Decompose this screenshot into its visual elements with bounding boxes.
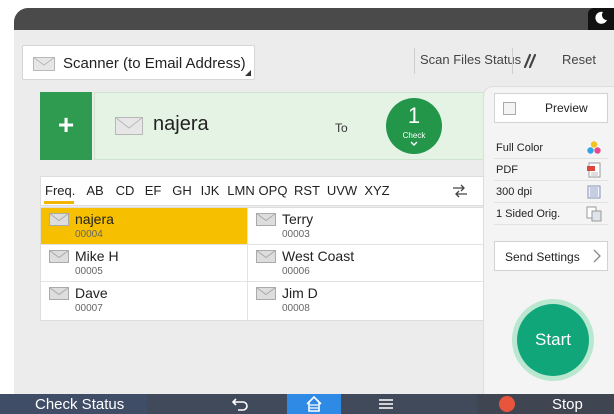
original-sides-label: 1 Sided Orig.	[496, 208, 561, 220]
chevron-down-icon	[410, 141, 418, 146]
tab-rst[interactable]: RST	[291, 177, 323, 205]
address-name: West Coast	[282, 248, 355, 264]
pdf-file-icon	[587, 162, 601, 178]
home-button[interactable]	[287, 394, 341, 414]
check-destinations-button[interactable]: 1 Check	[386, 98, 442, 154]
color-setting[interactable]: Full Color	[494, 137, 608, 159]
stop-icon	[499, 396, 515, 412]
tab-opq[interactable]: OPQ	[257, 177, 289, 205]
tab-ef[interactable]: EF	[139, 177, 167, 205]
night-mode-button[interactable]	[588, 8, 614, 30]
home-icon	[306, 395, 322, 412]
address-number: 00008	[282, 303, 310, 314]
address-name: Terry	[282, 211, 314, 227]
clear-slash-icon	[523, 53, 537, 69]
clear-button[interactable]	[519, 50, 543, 72]
start-button[interactable]: Start	[517, 304, 589, 376]
address-item[interactable]: Dave 00007	[41, 282, 247, 319]
envelope-icon	[49, 213, 69, 226]
color-setting-label: Full Color	[496, 142, 544, 154]
tab-uvw[interactable]: UVW	[325, 177, 359, 205]
preview-checkbox[interactable]	[503, 102, 516, 115]
address-number: 00003	[282, 229, 310, 240]
header-divider	[512, 48, 513, 74]
original-sides-setting[interactable]: 1 Sided Orig.	[494, 203, 608, 225]
address-name: Mike H	[75, 248, 119, 264]
address-name: Dave	[75, 285, 108, 301]
envelope-icon	[115, 117, 143, 135]
envelope-icon	[256, 250, 276, 263]
chevron-right-icon	[593, 249, 601, 263]
address-number: 00006	[282, 266, 310, 277]
check-status-button[interactable]: Check Status	[0, 394, 147, 414]
address-item[interactable]: Terry 00003	[248, 208, 484, 245]
tab-ijk[interactable]: IJK	[197, 177, 223, 205]
address-list: najera 00004 Terry 00003 Mike H 00005 We…	[40, 207, 484, 321]
tab-lmn[interactable]: LMN	[225, 177, 257, 205]
check-label: Check	[402, 131, 426, 140]
dropdown-corner-icon	[245, 70, 251, 76]
file-format-label: PDF	[496, 164, 518, 176]
envelope-icon	[256, 213, 276, 226]
address-tabs: Freq. AB CD EF GH IJK LMN OPQ RST UVW XY…	[40, 176, 484, 206]
back-icon[interactable]	[230, 396, 250, 412]
preview-label: Preview	[545, 101, 588, 115]
one-sided-original-icon	[586, 206, 602, 222]
check-status-label: Check Status	[35, 396, 125, 413]
address-item[interactable]: Mike H 00005	[41, 245, 247, 282]
address-number: 00005	[75, 266, 103, 277]
resolution-setting[interactable]: 300 dpi	[494, 181, 608, 203]
top-frame-bar	[14, 8, 614, 30]
main-panel: Scanner (to Email Address) Scan Files St…	[14, 30, 614, 414]
tab-cd[interactable]: CD	[111, 177, 139, 205]
to-label: To	[335, 121, 348, 135]
resolution-icon	[587, 185, 601, 199]
send-settings-button[interactable]: Send Settings	[494, 241, 608, 271]
full-color-icon	[587, 141, 601, 154]
destination-name: najera	[153, 113, 209, 135]
reset-button[interactable]: Reset	[562, 52, 596, 67]
scan-settings-panel: Preview Full Color PDF 300 dpi 1 Sided O…	[483, 86, 614, 414]
bottom-bar: Check Status Stop	[0, 394, 614, 414]
resolution-label: 300 dpi	[496, 186, 533, 198]
top-frame	[0, 0, 614, 30]
address-number: 00004	[75, 229, 103, 240]
header-divider	[414, 48, 415, 74]
function-select[interactable]: Scanner (to Email Address)	[22, 45, 255, 80]
scan-files-status-button[interactable]: Scan Files Status	[420, 52, 521, 67]
address-item[interactable]: Jim D 00008	[248, 282, 484, 319]
tab-ab[interactable]: AB	[81, 177, 109, 205]
address-name: Jim D	[282, 285, 318, 301]
menu-icon[interactable]	[378, 398, 394, 410]
stop-button[interactable]: Stop	[477, 394, 614, 414]
add-destination-button[interactable]: +	[40, 92, 92, 160]
envelope-icon	[256, 287, 276, 300]
destination-count: 1	[407, 103, 421, 128]
file-format-setting[interactable]: PDF	[494, 159, 608, 181]
envelope-icon	[49, 287, 69, 300]
send-settings-label: Send Settings	[505, 250, 580, 264]
address-item[interactable]: West Coast 00006	[248, 245, 484, 282]
function-select-label: Scanner (to Email Address)	[63, 55, 246, 72]
tab-xyz[interactable]: XYZ	[361, 177, 393, 205]
envelope-icon	[33, 57, 55, 71]
address-number: 00007	[75, 303, 103, 314]
stop-label: Stop	[552, 396, 583, 413]
address-name: najera	[75, 211, 114, 227]
tab-gh[interactable]: GH	[167, 177, 197, 205]
active-tab-indicator	[44, 201, 74, 204]
address-item[interactable]: najera 00004	[41, 208, 247, 245]
preview-toggle[interactable]: Preview	[494, 93, 608, 123]
moon-icon	[595, 11, 607, 24]
envelope-icon	[49, 250, 69, 263]
sort-icon[interactable]	[451, 182, 469, 200]
